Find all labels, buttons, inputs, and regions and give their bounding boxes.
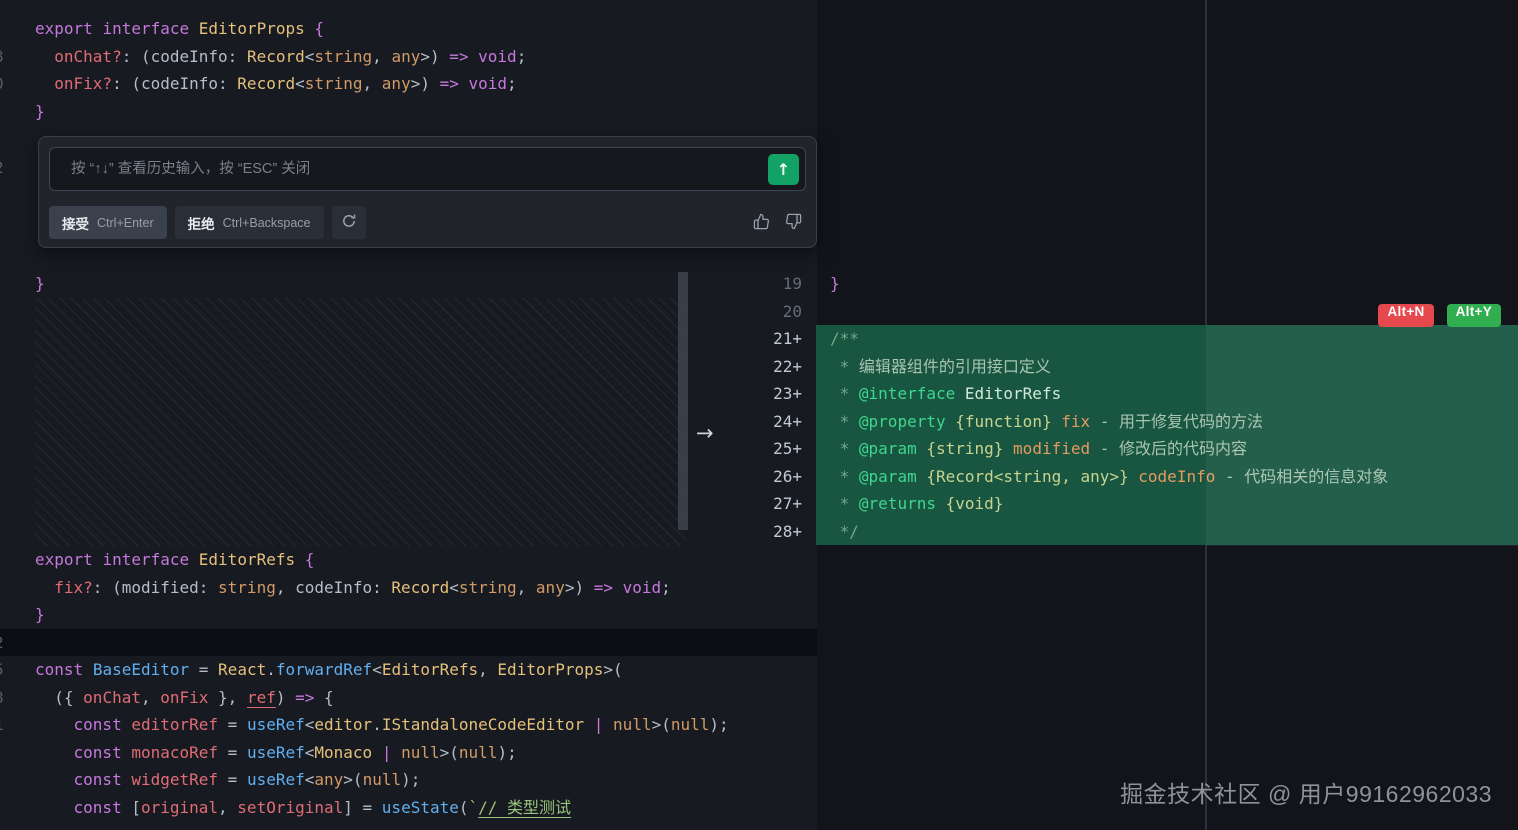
diff-line-code: * @param {Record<string, any>} codeInfo … [816, 463, 1518, 491]
diff-line-number: 25+ [738, 435, 808, 463]
diff-row: 27+ * @returns {void} [738, 490, 1518, 518]
code-line: ({ onChat, onFix }, ref) => { [35, 684, 729, 712]
reject-shortcut: Ctrl+Backspace [223, 216, 311, 230]
diff-arrow-icon: → [696, 421, 714, 445]
diff-line-number: 27+ [738, 490, 808, 518]
chat-input-container [49, 147, 806, 191]
code-line: export interface EditorProps { [35, 15, 526, 43]
diff-line-code: /** [816, 325, 1518, 353]
code-line: fix?: (modified: string, codeInfo: Recor… [35, 574, 729, 602]
diff-row: 25+ * @param {string} modified - 修改后的代码内… [738, 435, 1518, 463]
thumbs-up-icon [753, 213, 770, 233]
code-editor-screen: 8022581 export interface EditorProps { o… [0, 0, 1518, 830]
diff-line-code: * @interface EditorRefs [816, 380, 1518, 408]
diff-row: 24+ * @property {function} fix - 用于修复代码的… [738, 408, 1518, 436]
diff-line-code: * 编辑器组件的引用接口定义 [816, 353, 1518, 381]
gutter-fragment: 5 [0, 656, 4, 684]
diff-row: 22+ * 编辑器组件的引用接口定义 [738, 353, 1518, 381]
diff-line-code: } [816, 270, 1518, 298]
code-block-bottom[interactable]: export interface EditorRefs { fix?: (mod… [35, 546, 729, 821]
diff-line-number: 24+ [738, 408, 808, 436]
reject-button[interactable]: 拒绝 Ctrl+Backspace [175, 206, 324, 239]
feedback-row [753, 213, 802, 233]
gutter-fragment: 8 [0, 684, 4, 712]
code-line: } [35, 270, 45, 298]
diff-line-code: * @property {function} fix - 用于修复代码的方法 [816, 408, 1518, 436]
badge-alt-n[interactable]: Alt+N [1378, 304, 1433, 327]
code-line: const editorRef = useRef<editor.IStandal… [35, 711, 729, 739]
accept-button[interactable]: 接受 Ctrl+Enter [49, 206, 167, 239]
widget-button-row: 接受 Ctrl+Enter 拒绝 Ctrl+Backspace [49, 206, 366, 239]
accept-shortcut: Ctrl+Enter [97, 216, 154, 230]
thumbs-up-button[interactable] [753, 213, 770, 233]
diff-row: 21+ /** [738, 325, 1518, 353]
code-line: onChat?: (codeInfo: Record<string, any>)… [35, 43, 526, 71]
diff-row: 28+ */ [738, 518, 1518, 546]
diff-deleted-region-hatch [35, 298, 686, 546]
diff-row: 23+ * @interface EditorRefs [738, 380, 1518, 408]
shortcut-badges: Alt+N Alt+Y [1378, 304, 1501, 327]
thumbs-down-button[interactable] [785, 213, 802, 233]
reject-label: 拒绝 [188, 213, 215, 233]
watermark: 掘金技术社区 @ 用户99162962033 [1120, 775, 1492, 809]
gutter-fragment: 8 [0, 43, 4, 71]
diff-line-code: * @param {string} modified - 修改后的代码内容 [816, 435, 1518, 463]
diff-line-number: 21+ [738, 325, 808, 353]
diff-line-number: 26+ [738, 463, 808, 491]
gutter-fragment: 1 [0, 711, 4, 739]
thumbs-down-icon [785, 213, 802, 233]
regenerate-button[interactable] [332, 206, 366, 239]
code-line: const monacoRef = useRef<Monaco | null>(… [35, 739, 729, 767]
code-line: } [35, 601, 729, 629]
diff-line-code: * @returns {void} [816, 490, 1518, 518]
code-line: const widgetRef = useRef<any>(null); [35, 766, 729, 794]
diff-row: 19} [738, 270, 1518, 298]
refresh-icon [341, 213, 357, 232]
code-line: } [35, 98, 526, 126]
diff-line-code: */ [816, 518, 1518, 546]
code-line: const BaseEditor = React.forwardRef<Edit… [35, 656, 729, 684]
arrow-up-icon: ↑ [777, 160, 790, 179]
diff-line-number: 19 [738, 270, 808, 298]
code-line: const [original, setOriginal] = useState… [35, 794, 729, 822]
badge-alt-y[interactable]: Alt+Y [1447, 304, 1501, 327]
chat-history-input[interactable] [69, 160, 757, 178]
send-button[interactable]: ↑ [768, 154, 799, 185]
gutter-fragment: 2 [0, 154, 4, 182]
diff-row: 26+ * @param {Record<string, any>} codeI… [738, 463, 1518, 491]
diff-line-number: 22+ [738, 353, 808, 381]
clipped-line-number-gutter: 8022581 [0, 0, 12, 830]
diff-original-pane[interactable]: } [35, 270, 45, 298]
code-line [35, 629, 729, 657]
inline-chat-widget: ↑ 接受 Ctrl+Enter 拒绝 Ctrl+Backspace [38, 136, 817, 248]
gutter-fragment: 2 [0, 629, 4, 657]
code-block-top[interactable]: export interface EditorProps { onChat?: … [35, 15, 526, 125]
code-line: export interface EditorRefs { [35, 546, 729, 574]
diff-line-number: 23+ [738, 380, 808, 408]
code-line: onFix?: (codeInfo: Record<string, any>) … [35, 70, 526, 98]
accept-label: 接受 [62, 213, 89, 233]
diff-scrollbar[interactable] [678, 272, 688, 530]
gutter-fragment: 0 [0, 70, 4, 98]
diff-line-number: 28+ [738, 518, 808, 546]
diff-line-number: 20 [738, 298, 808, 326]
